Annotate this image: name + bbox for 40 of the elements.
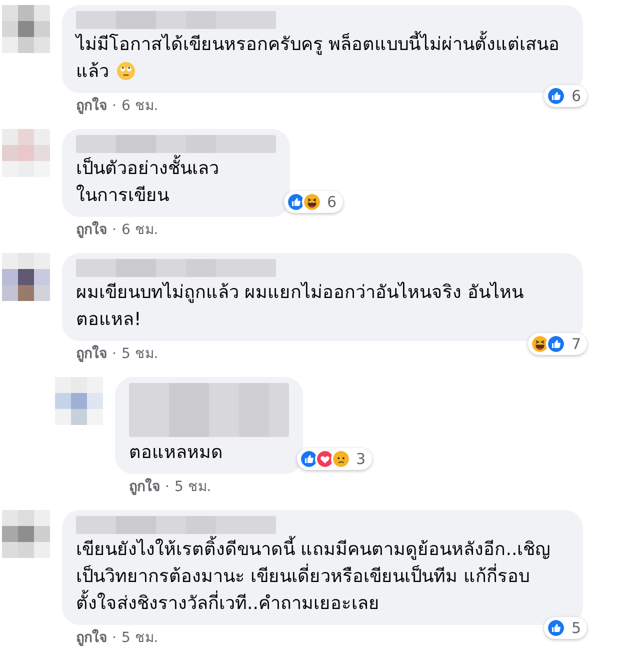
reaction-count: 6 <box>327 194 337 210</box>
like-link[interactable]: ถูกใจ <box>76 221 107 239</box>
avatar <box>2 510 50 558</box>
separator-dot: · <box>165 478 170 496</box>
rolling-eyes-emoji-icon <box>117 62 135 80</box>
reaction-summary[interactable]: 3 <box>297 448 372 470</box>
comment-text: ไม่มีโอกาสได้เขียนหรอกครับครู พล็อตแบบนี้ไม่ผ่านตั้งแต่เสนอแล้ว <box>76 31 569 85</box>
laughing-emoji-icon <box>302 192 322 212</box>
comment-text: เป็นตัวอย่างชั้นเลว ในการเขียน <box>76 155 276 209</box>
comment-time: 5 ชม. <box>121 629 158 647</box>
reaction-summary[interactable]: 6 <box>284 191 343 213</box>
reaction-count: 6 <box>571 88 581 104</box>
separator-dot: · <box>112 345 116 363</box>
reaction-summary[interactable]: 7 <box>528 333 587 355</box>
like-icon <box>546 618 566 638</box>
like-icon <box>546 334 566 354</box>
avatar <box>55 377 103 425</box>
reaction-count: 3 <box>356 452 366 466</box>
comment-time: 6 ชม. <box>121 221 158 239</box>
comment-time: 5 ชม. <box>174 478 212 496</box>
comment-time: 6 ชม. <box>121 97 158 115</box>
separator-dot: · <box>112 629 116 647</box>
reaction-summary[interactable]: 5 <box>544 617 587 639</box>
reaction-summary[interactable]: 6 <box>544 85 587 107</box>
crying-emoji-icon <box>331 449 351 469</box>
like-link[interactable]: ถูกใจ <box>129 478 160 496</box>
like-link[interactable]: ถูกใจ <box>76 629 107 647</box>
like-icon <box>546 86 566 106</box>
separator-dot: · <box>112 221 116 239</box>
comment-text: ผมเขียนบทไม่ถูกแล้ว ผมแยกไม่ออกว่าอันไหนจริง อันไหน ตอแหล! <box>76 280 524 332</box>
reaction-count: 7 <box>571 336 581 352</box>
avatar <box>2 253 50 301</box>
reaction-count: 5 <box>571 620 581 636</box>
separator-dot: · <box>112 97 116 115</box>
comment-text: ตอแหลหมด <box>129 441 224 465</box>
comment-text: เขียนยังไงให้เรตติ้งดีขนาดนี้ แถมมีคนตามดูย้อนหลังอีก..เชิญเป็นวิทยากรต้องมานะ เขียนเดี่ยวหรือเขียนเป็นทีม แก้กี่รอบตั้งใจส่งชิงรางวัลกี่เวที..คำถามเยอะเลย <box>76 536 569 617</box>
like-link[interactable]: ถูกใจ <box>76 97 107 115</box>
comment-time: 5 ชม. <box>121 345 158 363</box>
like-link[interactable]: ถูกใจ <box>76 345 107 363</box>
avatar <box>2 5 50 53</box>
